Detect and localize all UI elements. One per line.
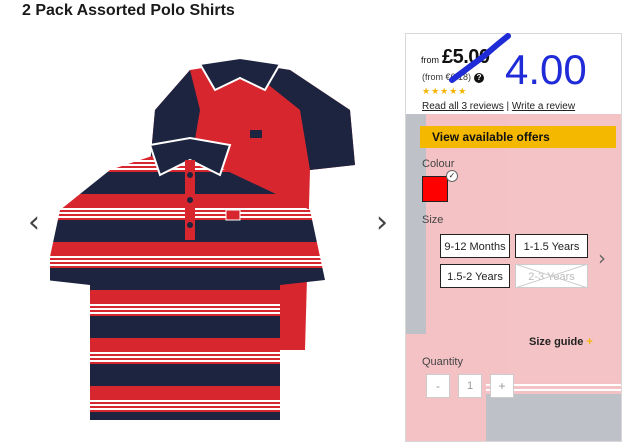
size-next-button[interactable]: › (598, 246, 606, 270)
rating-stars: ★★★★★ (422, 87, 468, 97)
price: from £5.00 (421, 46, 490, 69)
page-title: 2 Pack Assorted Polo Shirts (22, 2, 235, 19)
chevron-right-icon: › (376, 205, 388, 240)
quantity-label: Quantity (422, 356, 463, 368)
colour-swatch-red[interactable] (422, 176, 448, 202)
price-from-label: from (421, 55, 439, 65)
reviews-separator: | (506, 101, 510, 112)
unavailable-cross (515, 264, 588, 288)
plus-icon: + (586, 336, 593, 348)
prev-image-button[interactable]: ‹ (28, 208, 40, 238)
next-image-button[interactable]: › (376, 208, 388, 238)
size-option[interactable]: 1-1.5 Years (515, 234, 588, 258)
product-image (45, 50, 380, 440)
chevron-left-icon: ‹ (28, 205, 40, 240)
size-guide-link[interactable]: Size guide + (529, 336, 593, 348)
chevron-right-icon: › (598, 246, 606, 270)
colour-label: Colour (422, 158, 455, 170)
quantity-decrease-button[interactable]: - (426, 374, 450, 398)
size-label: Size (422, 214, 444, 226)
size-guide-label: Size guide (529, 336, 584, 348)
check-icon: ✓ (446, 170, 458, 182)
read-reviews-link[interactable]: Read all 3 reviews (422, 101, 504, 112)
price-secondary: (from €6.18)? (422, 72, 485, 83)
price-secondary-text: (from €6.18) (422, 72, 472, 82)
write-review-link[interactable]: Write a review (512, 101, 575, 112)
view-offers-button[interactable]: View available offers (420, 126, 616, 148)
quantity-increase-button[interactable]: + (490, 374, 514, 398)
polo-shirts-illustration (45, 56, 355, 420)
price-amount: £5.00 (442, 46, 490, 68)
size-option[interactable]: 9-12 Months (440, 234, 510, 258)
quantity-input[interactable]: 1 (458, 374, 482, 398)
purchase-panel: from £5.00 (from €6.18)? ★★★★★ Read all 3… (405, 33, 622, 442)
reviews-links: Read all 3 reviews | Write a review (422, 101, 575, 112)
size-option[interactable]: 1.5-2 Years (440, 264, 510, 288)
info-icon[interactable]: ? (474, 72, 485, 83)
price-annotation-text: 4.00 (505, 46, 587, 93)
